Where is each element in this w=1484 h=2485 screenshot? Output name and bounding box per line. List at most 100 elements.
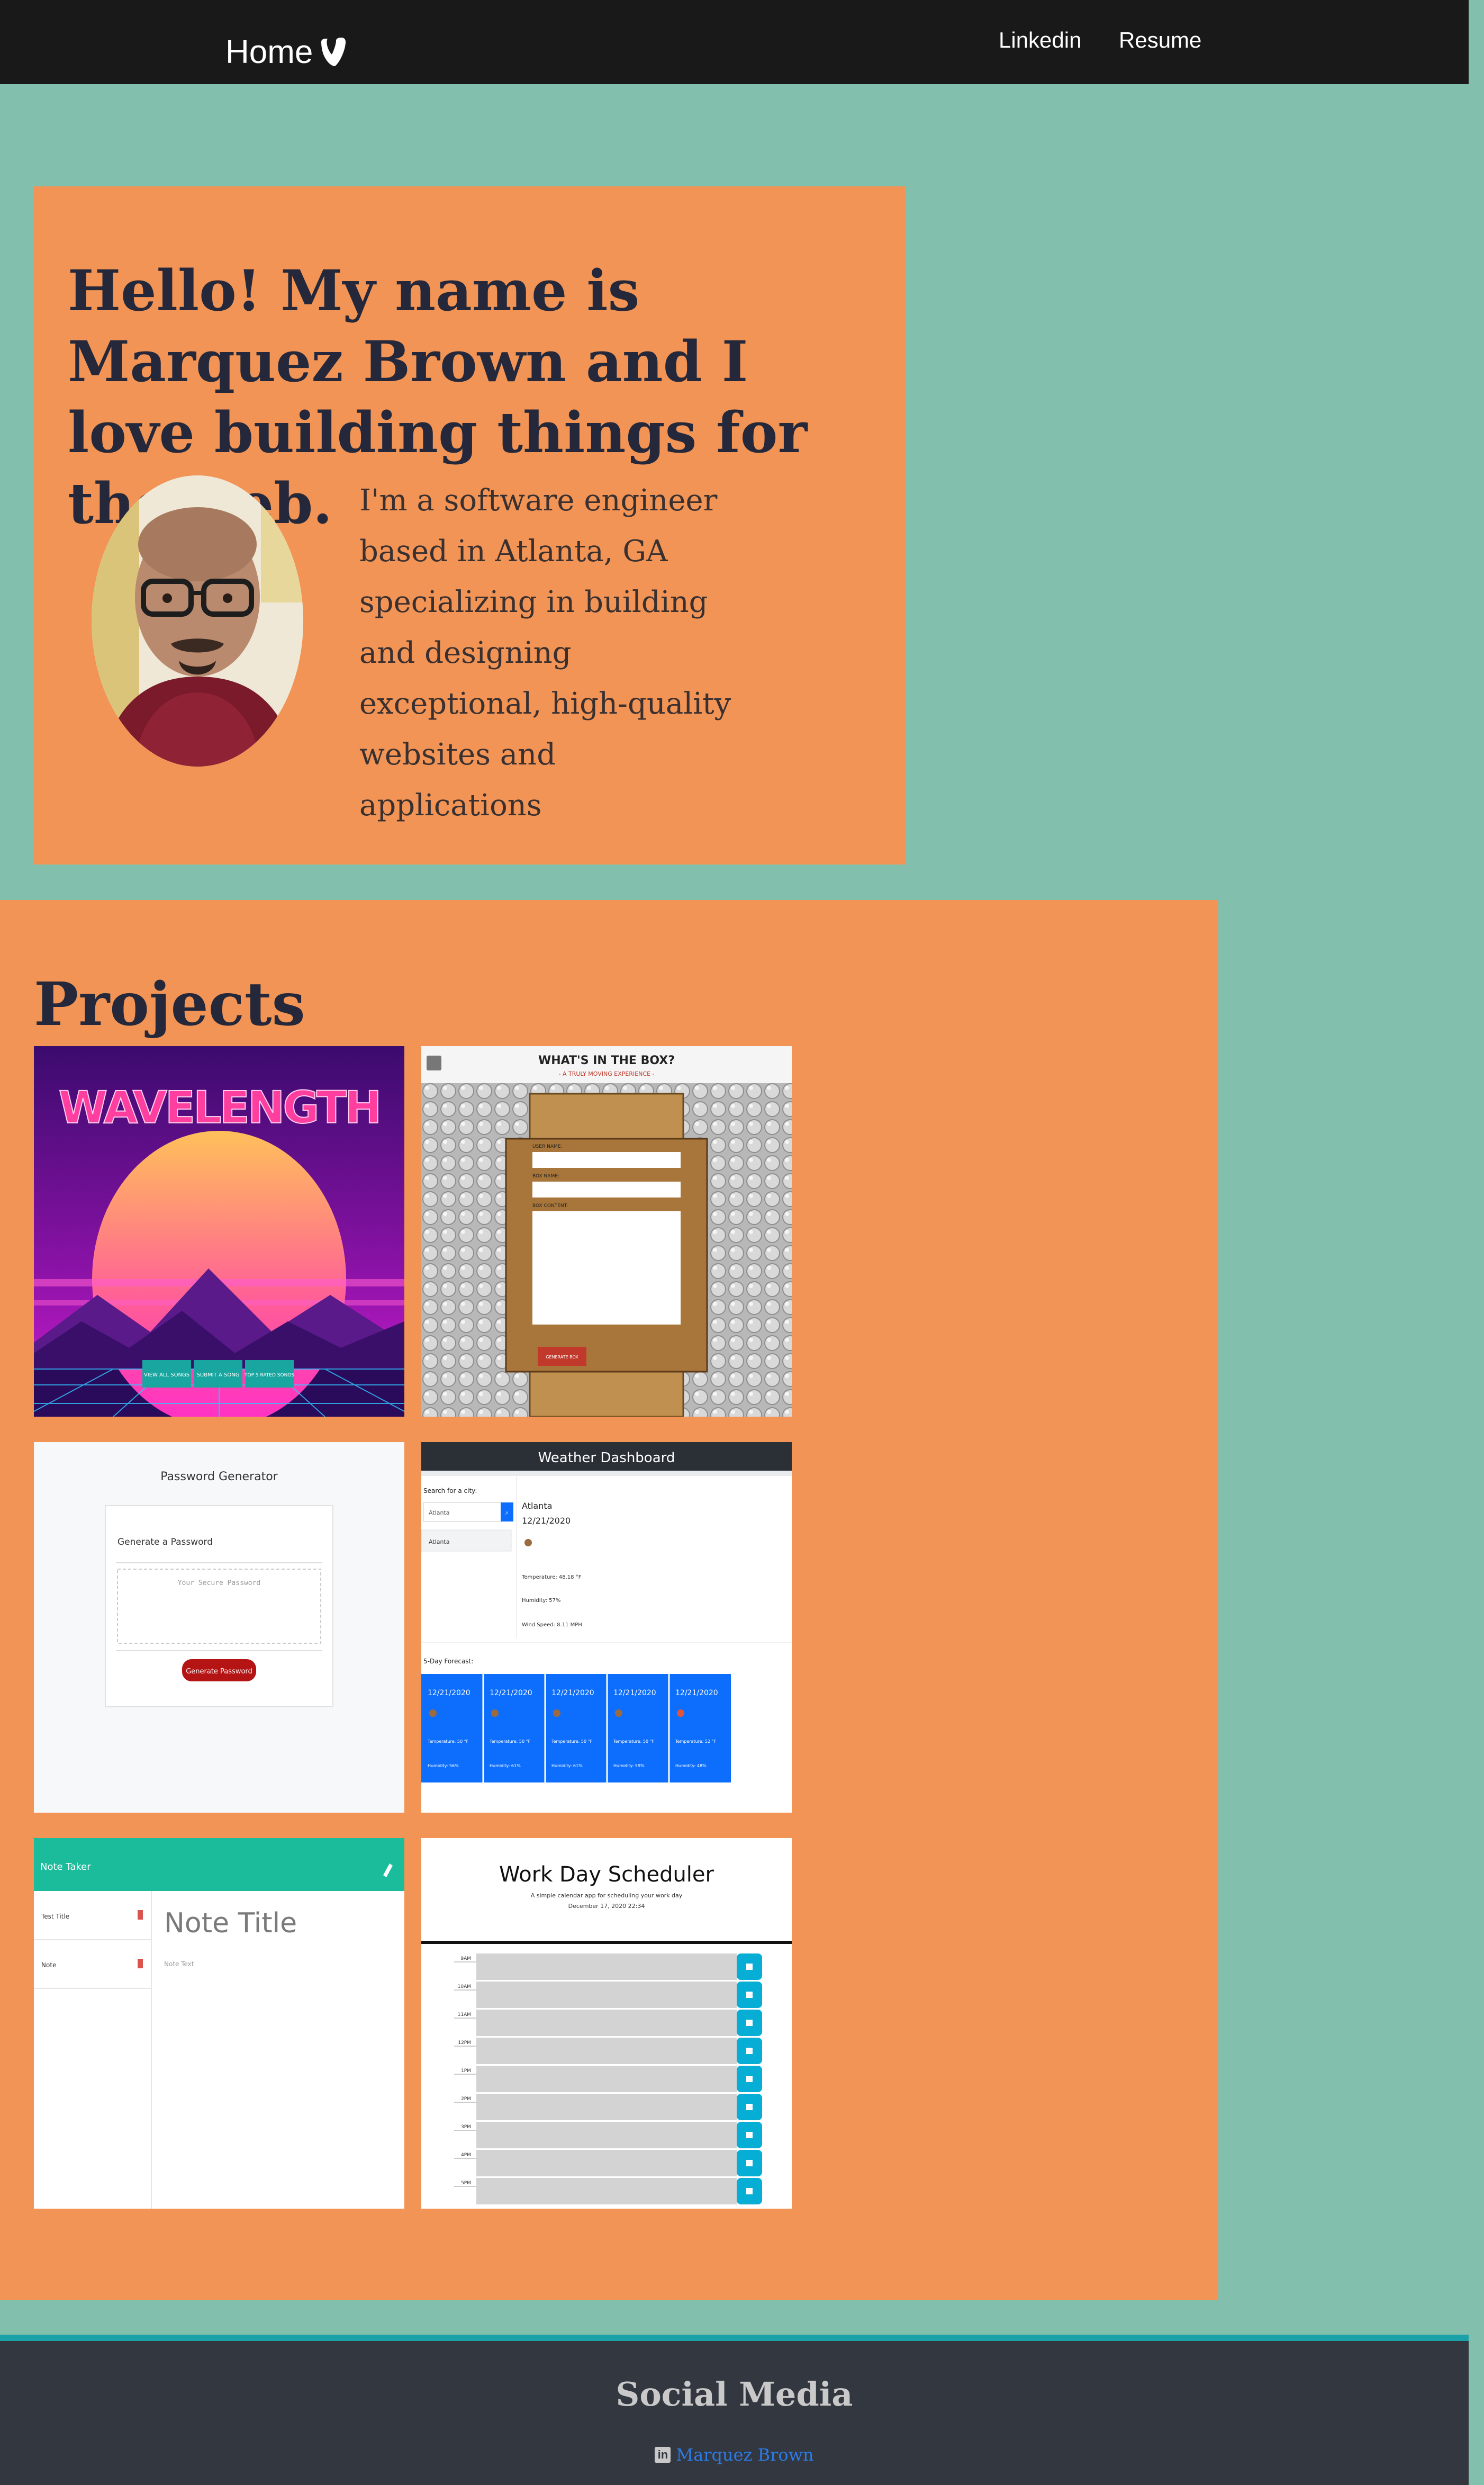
home-link-label: Home: [225, 33, 313, 70]
scheduler-hour-label: 10AM: [458, 1984, 471, 1989]
save-icon: [746, 1992, 753, 1998]
save-icon: [746, 2160, 753, 2166]
note-list-item: Note: [41, 1961, 56, 1969]
weather-search-label: Search for a city:: [423, 1487, 477, 1494]
scheduler-hour-label: 3PM: [461, 2124, 471, 2130]
view-all-songs-button: VIEW ALL SONGS: [144, 1372, 189, 1378]
scheduler-hour-label: 11AM: [458, 2012, 471, 2018]
note-taker-screenshot: Note Taker Test Title Note Note Title No…: [34, 1838, 404, 2209]
project-card-wavelength[interactable]: WAVELENGTH VIEW ALL SONGS SUBMIT A SONG …: [34, 1046, 404, 1417]
password-app-title: Password Generator: [160, 1470, 278, 1483]
forecast-humidity: Humidity: 59%: [613, 1763, 645, 1768]
box-content-label: BOX CONTENT:: [532, 1203, 568, 1209]
scheduler-hour-label: 4PM: [461, 2153, 471, 2158]
box-name-label: BOX NAME:: [532, 1174, 559, 1179]
forecast-temp: Temperature: 50 °F: [551, 1739, 593, 1744]
box-user-label: USER NAME:: [532, 1144, 562, 1149]
weather-wind: Wind Speed: 8.11 MPH: [522, 1622, 582, 1628]
forecast-date: 12/21/2020: [613, 1689, 656, 1697]
project-card-password-generator[interactable]: Password Generator Generate a Password Y…: [34, 1442, 404, 1813]
note-list-item: Test Title: [41, 1913, 69, 1920]
submit-song-button: SUBMIT A SONG: [197, 1372, 240, 1378]
scheduler-time-slot: [476, 1982, 737, 2008]
scheduler-title: Work Day Scheduler: [499, 1862, 714, 1887]
save-icon: [746, 2104, 753, 2110]
save-icon: [746, 2020, 753, 2026]
forecast-humidity: Humidity: 48%: [675, 1763, 707, 1768]
scheduler-subtitle: A simple calendar app for scheduling you…: [531, 1892, 683, 1899]
save-icon: [746, 1964, 753, 1970]
weather-date: 12/21/2020: [522, 1516, 571, 1526]
scheduler-time-slot: [476, 2178, 737, 2204]
scheduler-time-slot: [476, 2010, 737, 2036]
weather-temperature: Temperature: 48.18 °F: [521, 1574, 582, 1580]
generate-box-button: GENERATE BOX: [546, 1355, 578, 1359]
linkedin-profile-link[interactable]: in Marquez Brown: [0, 2445, 1469, 2465]
footer: Social Media in Marquez Brown: [0, 2335, 1469, 2485]
password-generator-screenshot: Password Generator Generate a Password Y…: [34, 1442, 404, 1813]
forecast-temp: Temperature: 50 °F: [427, 1739, 469, 1744]
save-icon: [746, 2048, 753, 2054]
project-card-weather-dashboard[interactable]: Weather Dashboard Search for a city: Atl…: [421, 1442, 792, 1813]
scheduler-hour-label: 9AM: [460, 1956, 471, 1961]
box-app-title: WHAT'S IN THE BOX?: [538, 1054, 675, 1067]
forecast-temp: Temperature: 50 °F: [489, 1739, 531, 1744]
scheduler-hour-label: 1PM: [461, 2068, 471, 2074]
scheduler-time-slot: [476, 2038, 737, 2064]
scheduler-time-slot: [476, 2094, 737, 2120]
project-card-whats-in-the-box[interactable]: WHAT'S IN THE BOX? - A TRULY MOVING EXPE…: [421, 1046, 792, 1417]
scheduler-hour-label: 2PM: [461, 2096, 471, 2102]
projects-title: Projects: [34, 970, 305, 1039]
save-icon: [746, 2132, 753, 2138]
svg-text:⌕: ⌕: [505, 1509, 509, 1516]
note-text: Note Text: [164, 1960, 194, 1968]
password-placeholder: Your Secure Password: [178, 1579, 261, 1587]
scheduler-time-slot: [476, 2122, 737, 2148]
linkedin-profile-label: Marquez Brown: [676, 2445, 814, 2465]
projects-section: Projects WAVELENGTH VIEW ALL SONGS SUBMI…: [0, 900, 1218, 2300]
nav-link-linkedin[interactable]: Linkedin: [999, 28, 1081, 53]
nav-link-resume[interactable]: Resume: [1119, 28, 1201, 53]
weather-humidity: Humidity: 57%: [522, 1598, 560, 1604]
note-title: Note Title: [164, 1907, 297, 1939]
navbar: Home Linkedin Resume: [0, 0, 1469, 84]
typo3-logo-icon: [321, 38, 346, 66]
weather-city: Atlanta: [522, 1501, 552, 1511]
forecast-date: 12/21/2020: [428, 1689, 470, 1697]
hero-bio: I'm a software engineer based in Atlanta…: [359, 483, 731, 823]
weather-app-title: Weather Dashboard: [538, 1450, 675, 1466]
wavelength-screenshot: WAVELENGTH VIEW ALL SONGS SUBMIT A SONG …: [34, 1046, 404, 1417]
forecast-humidity: Humidity: 56%: [428, 1763, 459, 1768]
whats-in-the-box-screenshot: WHAT'S IN THE BOX? - A TRULY MOVING EXPE…: [421, 1046, 792, 1417]
project-card-note-taker[interactable]: Note Taker Test Title Note Note Title No…: [34, 1838, 404, 2209]
forecast-humidity: Humidity: 61%: [490, 1763, 521, 1768]
scheduler-hour-label: 5PM: [461, 2181, 471, 2186]
scheduler-time-slot: [476, 2150, 737, 2176]
forecast-date: 12/21/2020: [675, 1689, 718, 1697]
forecast-date: 12/21/2020: [490, 1689, 532, 1697]
weather-search-value: Atlanta: [429, 1509, 449, 1516]
weather-history-item: Atlanta: [429, 1538, 449, 1545]
scheduler-time-slot: [476, 1953, 737, 1980]
scheduler-time-slot: [476, 2066, 737, 2092]
weather-dashboard-screenshot: Weather Dashboard Search for a city: Atl…: [421, 1442, 792, 1813]
weather-forecast-label: 5-Day Forecast:: [423, 1658, 473, 1665]
footer-title: Social Media: [616, 2375, 853, 2414]
hero-section: Hello! My name is Marquez Brown and I lo…: [34, 186, 905, 865]
linkedin-icon: in: [655, 2447, 671, 2463]
box-app-subtitle: - A TRULY MOVING EXPERIENCE -: [559, 1070, 655, 1077]
scheduler-date: December 17, 2020 22:34: [568, 1903, 645, 1910]
top-rated-button: TOP 5 RATED SONGS: [244, 1373, 294, 1378]
home-link[interactable]: Home: [225, 31, 347, 73]
forecast-temp: Temperature: 50 °F: [613, 1739, 655, 1744]
project-card-work-day-scheduler[interactable]: Work Day Scheduler A simple calendar app…: [421, 1838, 792, 2209]
password-card-title: Generate a Password: [117, 1537, 213, 1547]
forecast-temp: Temperature: 52 °F: [675, 1739, 717, 1744]
forecast-humidity: Humidity: 61%: [551, 1763, 583, 1768]
profile-photo-image: [92, 475, 303, 767]
save-icon: [746, 2188, 753, 2194]
save-icon: [746, 2076, 753, 2082]
work-day-scheduler-screenshot: Work Day Scheduler A simple calendar app…: [421, 1838, 792, 2209]
profile-photo: [92, 475, 303, 767]
forecast-date: 12/21/2020: [551, 1689, 594, 1697]
